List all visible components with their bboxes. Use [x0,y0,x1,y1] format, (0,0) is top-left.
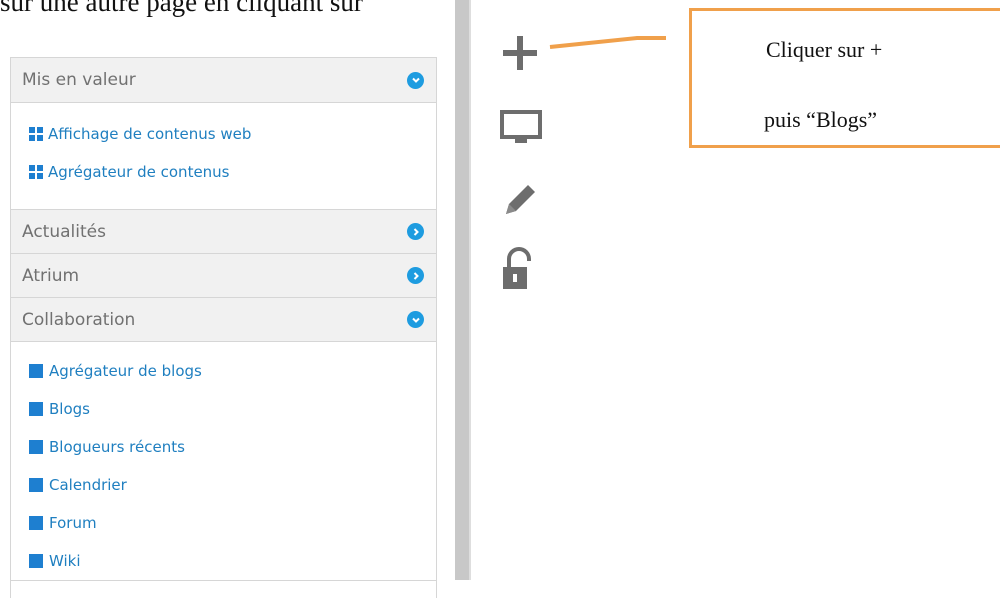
annotation-callout: Cliquer sur + puis “Blogs” [689,8,1000,148]
callout-line-1: Cliquer sur + [766,37,883,62]
callout-line-2: puis “Blogs” [764,107,878,132]
